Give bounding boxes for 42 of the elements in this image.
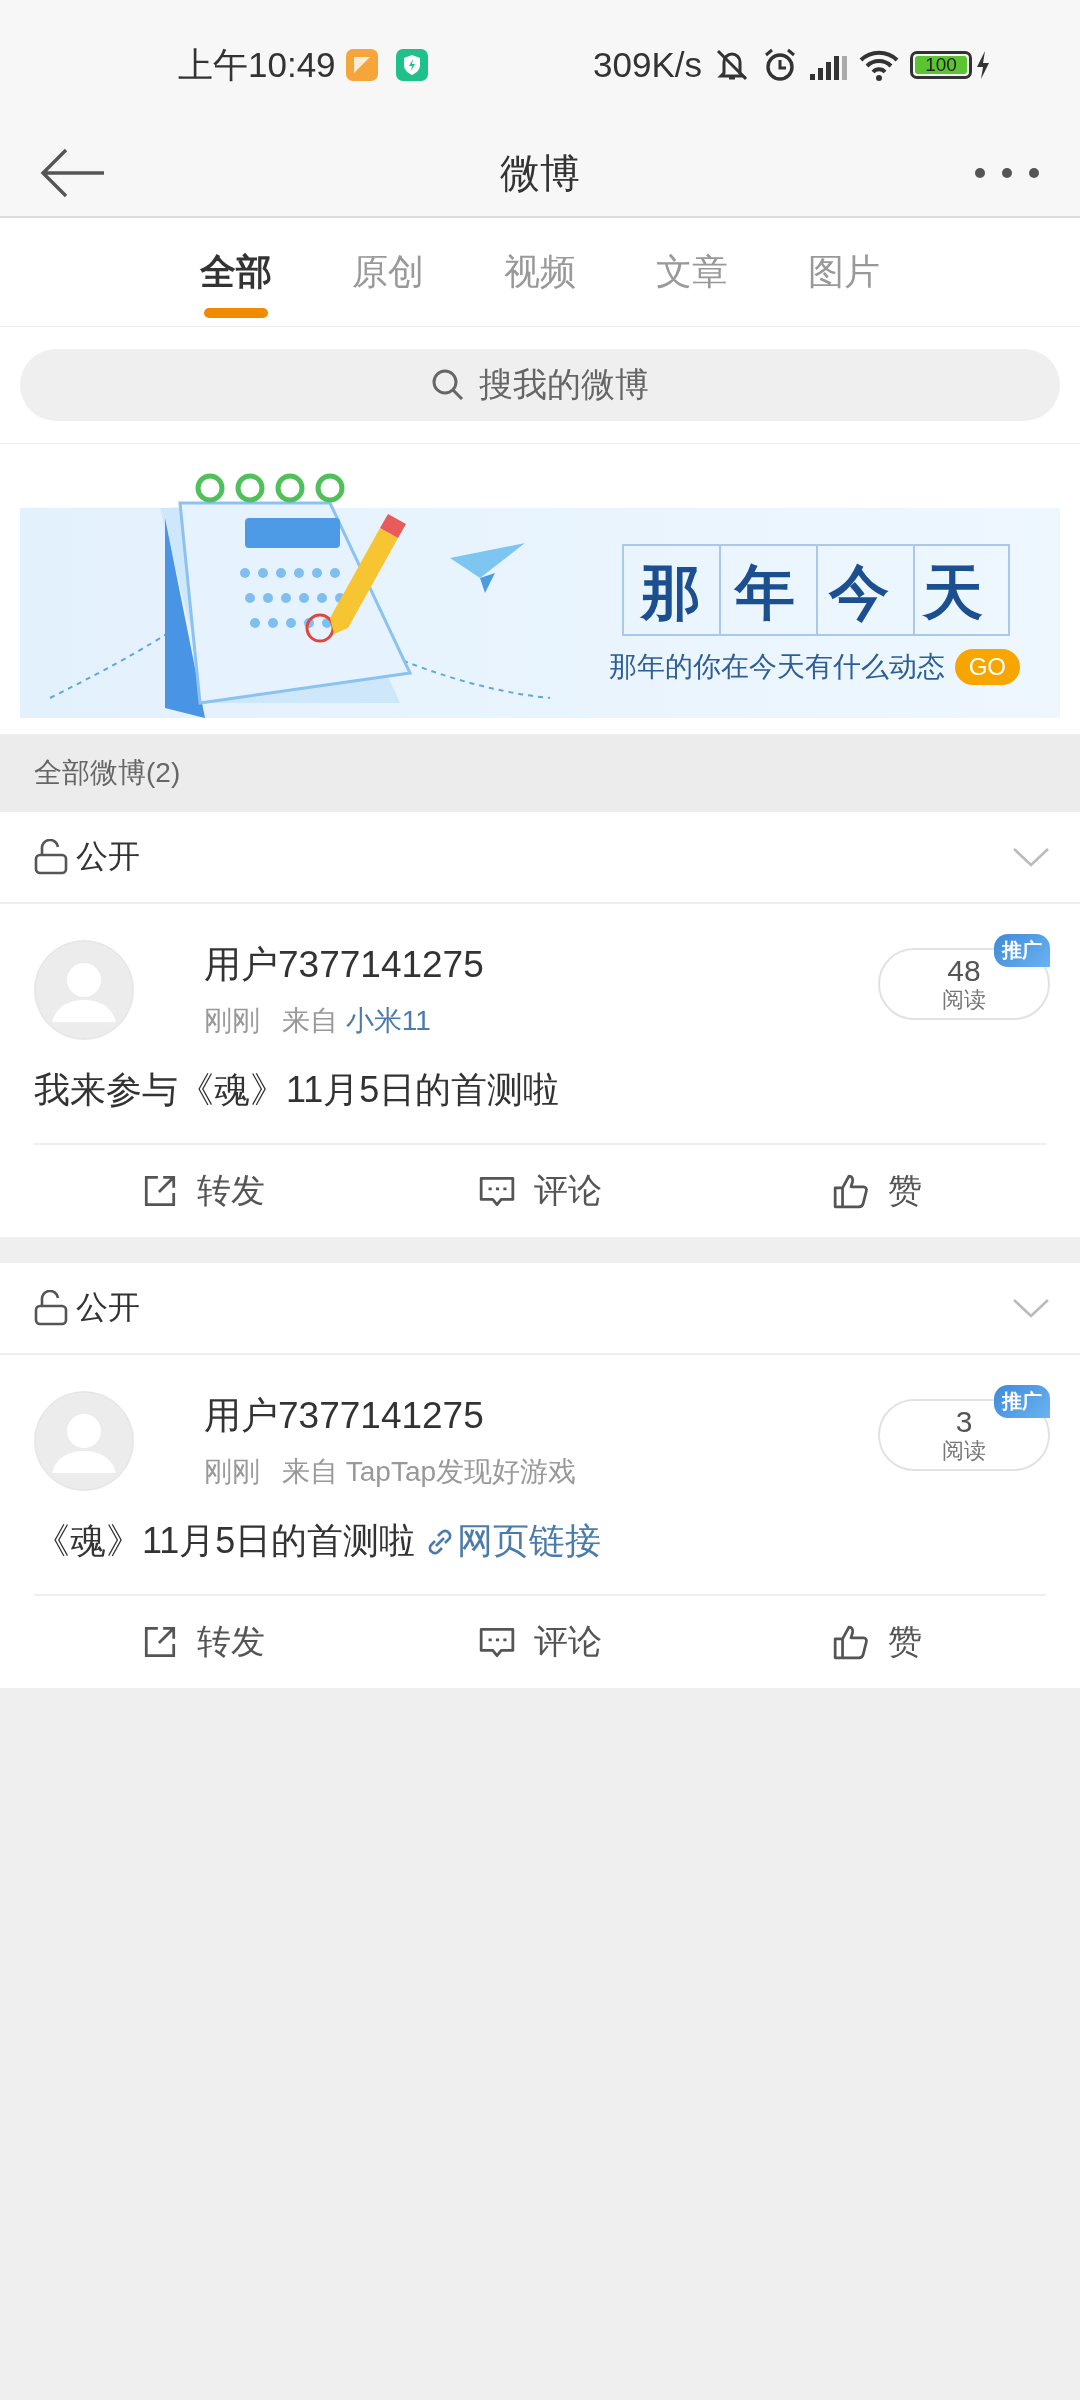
- status-time: 上午10:49: [178, 43, 336, 86]
- shield-notification-icon: [395, 49, 428, 81]
- battery-level: 100: [915, 56, 967, 74]
- more-icon[interactable]: [974, 167, 1040, 179]
- wifi-icon: [858, 48, 900, 82]
- search-icon: [431, 368, 465, 402]
- post-action-button[interactable]: 评论: [371, 1596, 709, 1688]
- avatar-placeholder[interactable]: [34, 940, 134, 1040]
- post-action-button[interactable]: 赞: [708, 1596, 1046, 1688]
- post-action-button[interactable]: 评论: [371, 1145, 709, 1237]
- filter-tab[interactable]: 全部: [200, 218, 272, 326]
- post-action-button[interactable]: 赞: [708, 1145, 1046, 1237]
- post-action-button[interactable]: 转发: [34, 1145, 372, 1237]
- user-name[interactable]: 用户7377141275: [204, 1391, 878, 1441]
- search-field[interactable]: 搜我的微博: [20, 349, 1060, 421]
- post-time: 刚刚: [204, 1455, 260, 1489]
- unlocked-padlock-icon: [34, 839, 68, 875]
- banner-title: 那年今天: [622, 544, 1010, 636]
- post-action-button[interactable]: 转发: [34, 1596, 372, 1688]
- user-name[interactable]: 用户7377141275: [204, 940, 878, 990]
- gallery-notification-icon: [345, 49, 378, 81]
- charging-icon: [974, 49, 992, 81]
- section-header: 全部微博(2): [34, 756, 181, 790]
- chevron-down-icon[interactable]: [1012, 1298, 1050, 1318]
- unlocked-padlock-icon: [34, 1290, 68, 1326]
- privacy-label: 公开: [76, 1288, 140, 1327]
- back-arrow-icon[interactable]: [40, 147, 106, 199]
- page-title: 微博: [500, 149, 580, 197]
- thumbs-up-icon: [832, 1623, 871, 1661]
- network-speed: 309K/s: [593, 45, 702, 85]
- post-text: 《魂》11月5日的首测啦: [34, 1519, 416, 1563]
- chevron-down-icon[interactable]: [1012, 847, 1050, 867]
- privacy-label: 公开: [76, 837, 140, 876]
- post-source: 来自 小米11: [282, 1004, 431, 1038]
- post-time: 刚刚: [204, 1004, 260, 1038]
- avatar-placeholder[interactable]: [34, 1391, 134, 1491]
- thumbs-up-icon: [832, 1172, 871, 1210]
- alarm-icon: [762, 47, 798, 83]
- web-link[interactable]: 网页链接: [425, 1517, 602, 1566]
- post-text: 我来参与《魂》11月5日的首测啦: [34, 1068, 560, 1112]
- post-source: 来自 TapTap发现好游戏: [282, 1455, 577, 1489]
- banner-subtitle: 那年的你在今天有什么动态: [608, 649, 945, 685]
